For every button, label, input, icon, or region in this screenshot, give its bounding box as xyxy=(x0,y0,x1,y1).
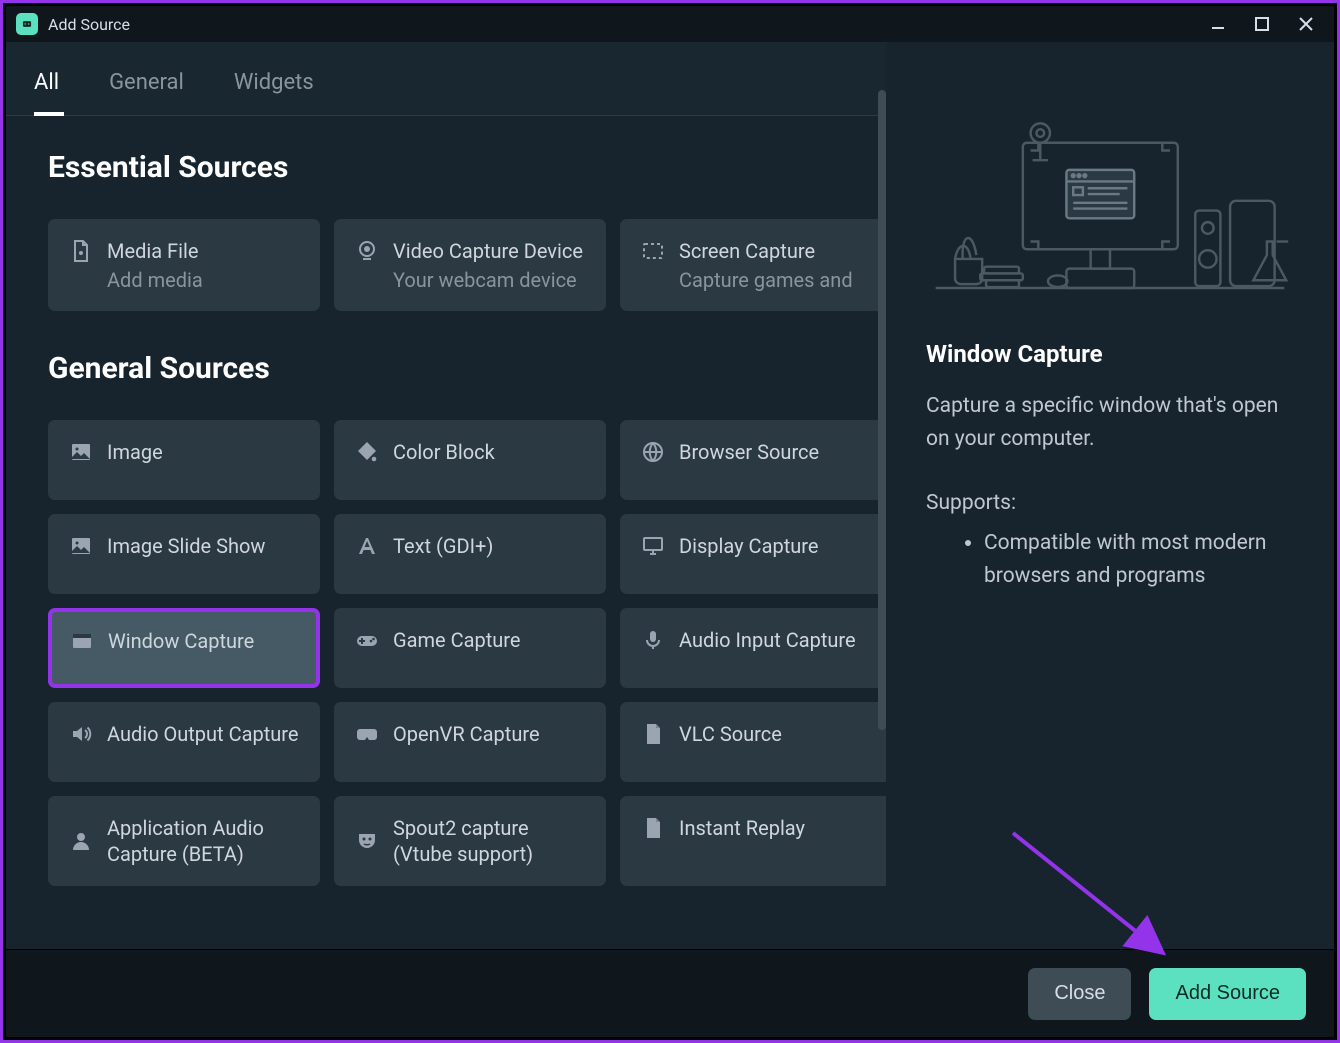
tab-widgets[interactable]: Widgets xyxy=(234,70,314,115)
source-card-spout2[interactable]: Spout2 capture (Vtube support) xyxy=(334,796,606,886)
source-label: Display Capture xyxy=(679,533,818,559)
section-general-title: General Sources xyxy=(48,351,858,386)
source-card-app-audio[interactable]: Application Audio Capture (BETA) xyxy=(48,796,320,886)
source-card-window-capture[interactable]: Window Capture xyxy=(48,608,320,688)
image-icon xyxy=(69,440,93,464)
window-title: Add Source xyxy=(48,15,130,34)
source-label: VLC Source xyxy=(679,721,782,747)
source-card-screen-capture[interactable]: Screen Capture Capture games and xyxy=(620,219,886,311)
source-card-instant-replay[interactable]: Instant Replay xyxy=(620,796,886,886)
source-card-audio-input[interactable]: Audio Input Capture xyxy=(620,608,886,688)
gamepad-icon xyxy=(355,628,379,652)
tabs: All General Widgets xyxy=(6,42,886,116)
source-label: Window Capture xyxy=(108,628,254,654)
source-label: Media File xyxy=(107,238,198,264)
dashed-rect-icon xyxy=(641,239,665,263)
detail-description: Capture a specific window that's open on… xyxy=(926,390,1294,455)
webcam-icon xyxy=(355,239,379,263)
scrollbar[interactable] xyxy=(878,90,886,949)
source-label: Video Capture Device xyxy=(393,238,583,264)
source-label: Application Audio Capture (BETA) xyxy=(107,815,299,867)
mic-icon xyxy=(641,628,665,652)
section-essential-title: Essential Sources xyxy=(48,150,858,185)
detail-illustration xyxy=(926,86,1294,306)
mask-icon xyxy=(355,829,379,853)
source-card-openvr-capture[interactable]: OpenVR Capture xyxy=(334,702,606,782)
source-sublabel: Capture games and xyxy=(679,268,871,292)
source-label: Screen Capture xyxy=(679,238,815,264)
supports-item: Compatible with most modern browsers and… xyxy=(984,527,1294,592)
font-icon xyxy=(355,534,379,558)
source-card-browser-source[interactable]: Browser Source xyxy=(620,420,886,500)
footer: Close Add Source xyxy=(6,949,1334,1037)
speaker-icon xyxy=(69,722,93,746)
source-label: Audio Output Capture xyxy=(107,721,298,747)
source-card-vlc-source[interactable]: VLC Source xyxy=(620,702,886,782)
source-label: Image Slide Show xyxy=(107,533,265,559)
tab-all[interactable]: All xyxy=(34,70,59,115)
window-icon xyxy=(70,629,94,653)
source-card-image-slideshow[interactable]: Image Slide Show xyxy=(48,514,320,594)
source-label: Audio Input Capture xyxy=(679,627,856,653)
person-icon xyxy=(69,829,93,853)
detail-panel: Window Capture Capture a specific window… xyxy=(886,42,1334,949)
source-label: Browser Source xyxy=(679,439,819,465)
close-button[interactable] xyxy=(1296,14,1316,34)
detail-title: Window Capture xyxy=(926,340,1294,368)
source-sublabel: Your webcam device xyxy=(393,268,585,292)
source-card-video-capture[interactable]: Video Capture Device Your webcam device xyxy=(334,219,606,311)
app-icon xyxy=(16,13,38,35)
source-card-game-capture[interactable]: Game Capture xyxy=(334,608,606,688)
source-card-media-file[interactable]: Media File Add media xyxy=(48,219,320,311)
minimize-button[interactable] xyxy=(1208,14,1228,34)
source-card-text-gdi[interactable]: Text (GDI+) xyxy=(334,514,606,594)
source-card-image[interactable]: Image xyxy=(48,420,320,500)
doc-icon xyxy=(641,816,665,840)
tab-general[interactable]: General xyxy=(109,70,184,115)
source-sublabel: Add media xyxy=(107,268,299,292)
add-source-button[interactable]: Add Source xyxy=(1149,968,1306,1020)
image-icon xyxy=(69,534,93,558)
source-card-display-capture[interactable]: Display Capture xyxy=(620,514,886,594)
source-label: Instant Replay xyxy=(679,815,805,841)
globe-icon xyxy=(641,440,665,464)
file-icon xyxy=(69,239,93,263)
supports-list: Compatible with most modern browsers and… xyxy=(926,527,1294,592)
vr-icon xyxy=(355,722,379,746)
source-card-color-block[interactable]: Color Block xyxy=(334,420,606,500)
doc-icon xyxy=(641,722,665,746)
source-label: Image xyxy=(107,439,163,465)
source-label: Text (GDI+) xyxy=(393,533,493,559)
source-card-audio-output[interactable]: Audio Output Capture xyxy=(48,702,320,782)
maximize-button[interactable] xyxy=(1252,14,1272,34)
source-label: Game Capture xyxy=(393,627,521,653)
source-label: Color Block xyxy=(393,439,495,465)
monitor-icon xyxy=(641,534,665,558)
source-label: Spout2 capture (Vtube support) xyxy=(393,815,585,867)
titlebar: Add Source xyxy=(6,6,1334,42)
paint-icon xyxy=(355,440,379,464)
close-dialog-button[interactable]: Close xyxy=(1028,968,1131,1020)
supports-label: Supports: xyxy=(926,491,1294,515)
source-label: OpenVR Capture xyxy=(393,721,540,747)
source-list-scroll[interactable]: Essential Sources Media File Add media Vid… xyxy=(6,116,886,949)
